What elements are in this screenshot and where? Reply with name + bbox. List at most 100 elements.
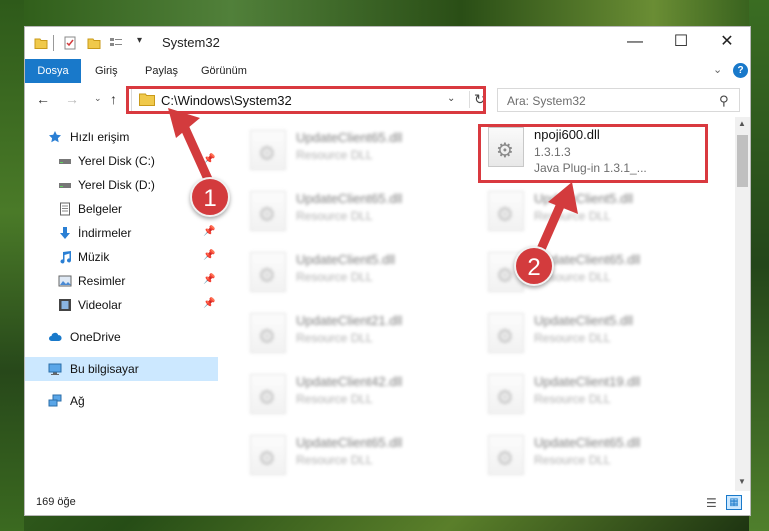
pin-icon: 📌: [203, 226, 216, 237]
file-type: Resource DLL: [296, 209, 373, 223]
recent-locations-button[interactable]: ⌄: [94, 93, 102, 104]
desktop-background-top: [0, 0, 769, 26]
view-options-icon[interactable]: [109, 36, 123, 50]
music-icon: [60, 251, 71, 264]
sidebar-item-drive-c[interactable]: Yerel Disk (C:) 📌: [25, 149, 218, 173]
gear-icon: ⚙: [496, 448, 514, 470]
expand-ribbon-icon[interactable]: ⌄: [713, 63, 722, 76]
file-tile[interactable]: ⚙ UpdateClient42.dll Resource DLL: [242, 366, 472, 422]
maximize-button[interactable]: ☐: [658, 27, 704, 57]
file-tile[interactable]: ⚙ UpdateClient5.dll Resource DLL: [242, 244, 472, 300]
file-version: 1.3.1.3: [534, 145, 571, 159]
navigation-bar: ← → ⌄ ↑ C:\Windows\System32 ⌄ ↻ Ara: Sys…: [25, 83, 750, 117]
scroll-down-icon[interactable]: ▼: [738, 477, 746, 486]
step-1-badge: 1: [190, 177, 230, 217]
gear-icon: ⚙: [258, 326, 276, 348]
sidebar-item-network[interactable]: Ağ: [25, 389, 218, 413]
tab-giris[interactable]: Giriş: [95, 59, 118, 83]
file-name: UpdateClient5.dll: [534, 191, 634, 206]
address-bar[interactable]: C:\Windows\System32 ⌄ ↻: [131, 88, 486, 112]
file-name: UpdateClient42.dll: [296, 374, 403, 389]
sidebar-item-label: Yerel Disk (D:): [78, 178, 155, 192]
sidebar-item-quick-access[interactable]: Hızlı erişim: [25, 125, 218, 149]
file-tile[interactable]: ⚙ UpdateClient65.dll Resource DLL: [480, 427, 710, 483]
folder-icon: [34, 38, 48, 49]
tab-paylas[interactable]: Paylaş: [145, 59, 178, 83]
back-button[interactable]: ←: [36, 91, 50, 107]
sidebar-item-onedrive[interactable]: OneDrive: [25, 325, 218, 349]
cloud-icon: [49, 332, 62, 341]
sidebar-item-label: Resimler: [78, 274, 126, 288]
pin-icon: 📌: [203, 298, 216, 309]
quick-access-dropdown-icon[interactable]: ▾: [137, 35, 142, 46]
sidebar-item-label: İndirmeler: [78, 226, 132, 240]
search-icon[interactable]: ⚲: [719, 93, 729, 109]
sidebar-item-drive-d[interactable]: Yerel Disk (D:): [25, 173, 218, 197]
window-title: System32: [162, 35, 220, 50]
help-icon[interactable]: ?: [733, 63, 748, 78]
file-name: UpdateClient65.dll: [296, 130, 403, 145]
network-icon: [48, 394, 62, 407]
sidebar-item-this-pc[interactable]: Bu bilgisayar: [25, 357, 218, 381]
file-type: Resource DLL: [534, 453, 611, 467]
file-type: Resource DLL: [296, 331, 373, 345]
downloads-icon: [60, 227, 70, 239]
scrollbar-thumb[interactable]: [737, 135, 748, 187]
file-type: Resource DLL: [296, 270, 373, 284]
sidebar-item-videos[interactable]: Videolar 📌: [25, 293, 218, 317]
search-input[interactable]: Ara: System32 ⚲: [497, 88, 740, 112]
file-tile[interactable]: ⚙ UpdateClient19.dll Resource DLL: [480, 366, 710, 422]
item-count: 169 öğe: [36, 496, 76, 508]
minimize-button[interactable]: —: [612, 27, 658, 57]
file-name: UpdateClient5.dll: [296, 252, 396, 267]
up-button[interactable]: ↑: [110, 91, 117, 107]
sidebar-item-downloads[interactable]: İndirmeler 📌: [25, 221, 218, 245]
file-tile-npoji600[interactable]: ⚙ npoji600.dll 1.3.1.3 Java Plug-in 1.3.…: [480, 119, 710, 175]
pictures-icon: [58, 275, 72, 287]
gear-icon: ⚙: [496, 326, 514, 348]
refresh-icon[interactable]: ↻: [469, 91, 486, 108]
file-tile[interactable]: ⚙ UpdateClient5.dll Resource DLL: [480, 183, 710, 239]
drive-icon: [59, 183, 71, 188]
file-type: Resource DLL: [296, 453, 373, 467]
address-path[interactable]: C:\Windows\System32: [161, 93, 292, 108]
file-type: Resource DLL: [534, 209, 611, 223]
pin-icon: 📌: [203, 250, 216, 261]
file-type: Resource DLL: [296, 392, 373, 406]
file-tile[interactable]: ⚙ UpdateClient5.dll Resource DLL: [480, 305, 710, 361]
dll-file-icon: ⚙: [250, 374, 286, 414]
details-view-icon[interactable]: ☰: [706, 496, 717, 510]
file-name: UpdateClient65.dll: [296, 435, 403, 450]
close-button[interactable]: ✕: [704, 27, 750, 57]
computer-icon: [48, 363, 62, 375]
new-folder-icon[interactable]: [87, 36, 101, 50]
search-placeholder: Ara: System32: [507, 94, 586, 108]
properties-icon[interactable]: [63, 36, 77, 50]
file-tile[interactable]: ⚙ UpdateClient65.dll Resource DLL: [242, 183, 472, 239]
quick-access-divider: [53, 35, 54, 51]
step-2-badge: 2: [514, 246, 554, 286]
file-list: ⚙ UpdateClient65.dll Resource DLL ⚙ Upda…: [218, 117, 735, 491]
tab-dosya[interactable]: Dosya: [25, 59, 81, 83]
dll-file-icon: ⚙: [488, 435, 524, 475]
file-tile[interactable]: ⚙ UpdateClient65.dll Resource DLL: [242, 427, 472, 483]
tab-gorunum[interactable]: Görünüm: [201, 59, 247, 83]
dll-file-icon: ⚙: [250, 191, 286, 231]
scroll-up-icon[interactable]: ▲: [738, 119, 746, 128]
drive-icon: [59, 159, 71, 164]
sidebar-item-music[interactable]: Müzik 📌: [25, 245, 218, 269]
file-tile[interactable]: ⚙ UpdateClient65.dll Resource DLL: [242, 122, 472, 178]
vertical-scrollbar[interactable]: ▲ ▼: [735, 117, 750, 491]
large-icons-view-icon[interactable]: ▦: [726, 495, 742, 510]
file-tile[interactable]: ⚙ UpdateClient21.dll Resource DLL: [242, 305, 472, 361]
sidebar-item-label: Hızlı erişim: [70, 130, 130, 144]
forward-button[interactable]: →: [65, 91, 79, 107]
title-bar: ▾ System32 — ☐ ✕: [25, 27, 750, 59]
gear-icon: ⚙: [496, 265, 514, 287]
file-name: UpdateClient65.dll: [296, 191, 403, 206]
explorer-window: ▾ System32 — ☐ ✕ Dosya Giriş Paylaş Görü…: [24, 26, 751, 516]
sidebar-item-pictures[interactable]: Resimler 📌: [25, 269, 218, 293]
desktop-background-right: [749, 0, 769, 531]
sidebar-item-documents[interactable]: Belgeler: [25, 197, 218, 221]
address-dropdown-icon[interactable]: ⌄: [447, 93, 455, 104]
